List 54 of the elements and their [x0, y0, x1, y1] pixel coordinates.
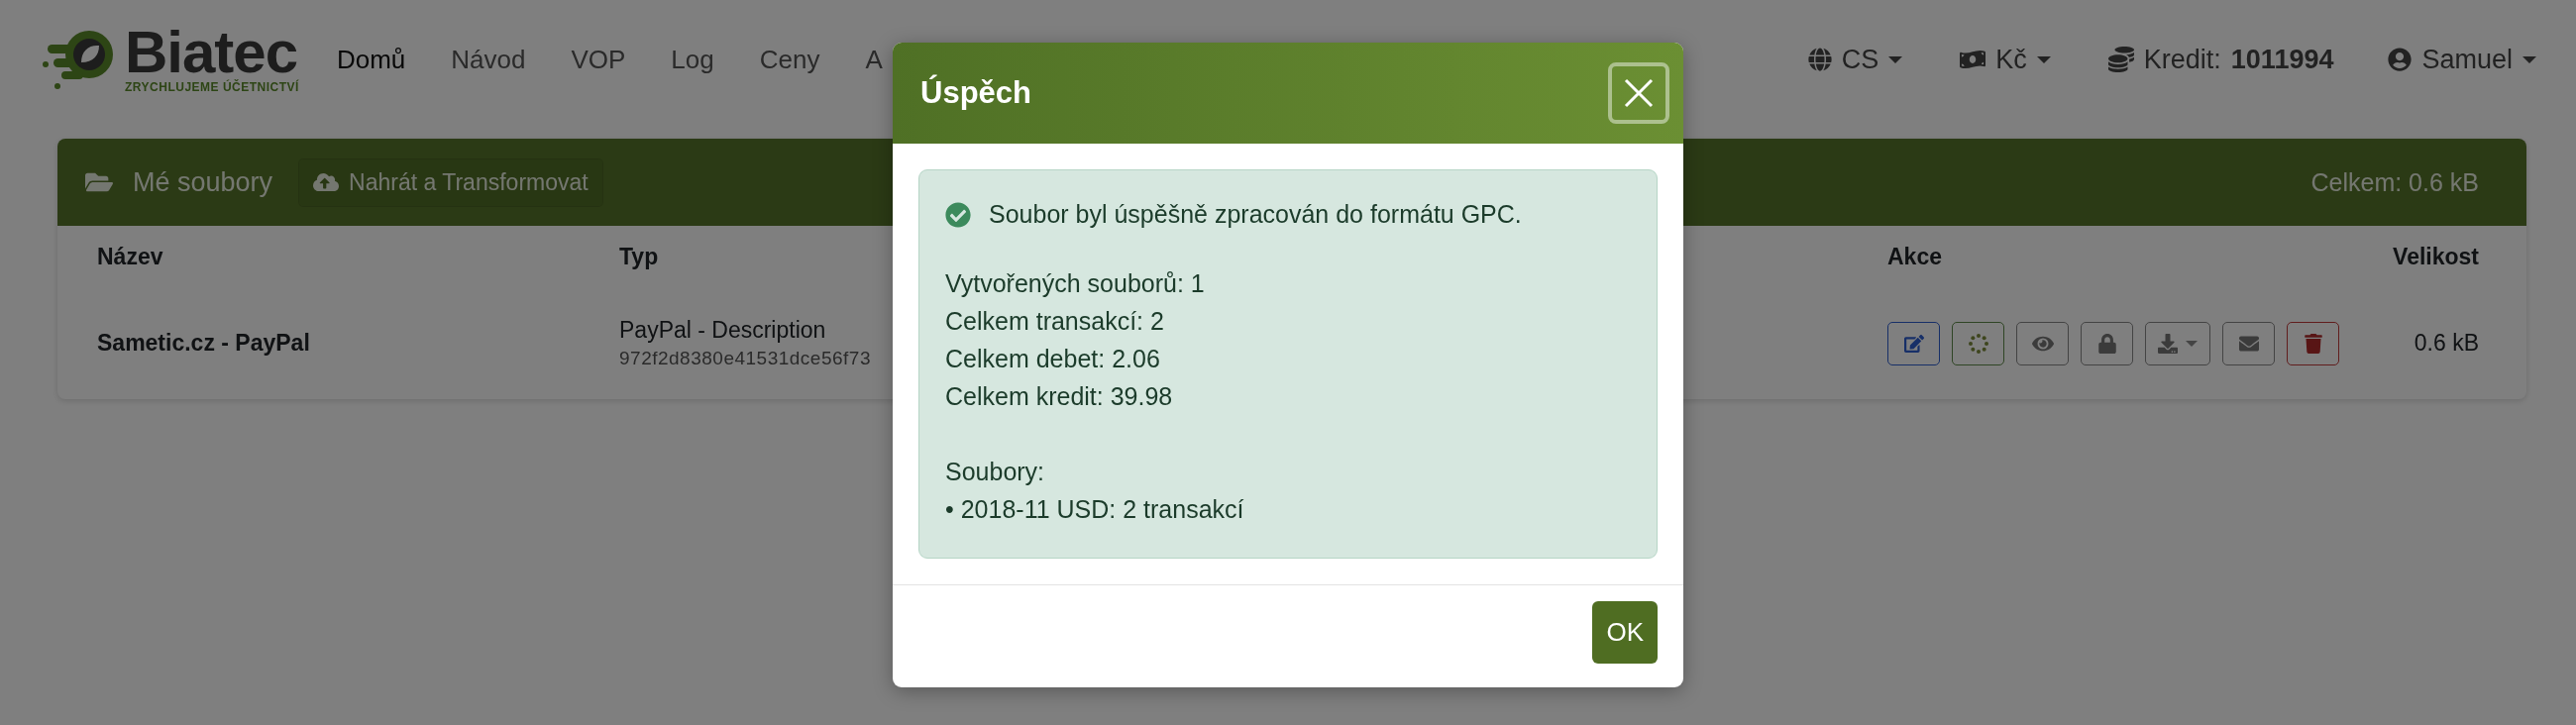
- close-icon: [1623, 77, 1655, 109]
- card-title: Mé soubory: [133, 166, 273, 198]
- column-header: Název: [97, 242, 163, 271]
- nav-link[interactable]: Log: [671, 44, 714, 75]
- spinner-icon: [1967, 332, 1989, 355]
- file-size: 0.6 kB: [2414, 330, 2479, 357]
- column-header: Velikost: [2393, 242, 2479, 271]
- currency-dropdown[interactable]: Kč: [1960, 44, 2051, 75]
- trash-icon: [2303, 333, 2323, 354]
- total-size: Celkem: 0.6 kB: [2310, 167, 2479, 197]
- email-button[interactable]: [2222, 321, 2275, 365]
- logo-name: Biatec: [125, 25, 298, 80]
- stat-line: Vytvořených souborů: 1: [945, 268, 1206, 299]
- logo-tagline: ZRYCHLUJEME ÚČETNICTVÍ: [125, 80, 299, 94]
- column-header: Typ: [619, 242, 659, 271]
- credit-label: Kredit:: [2143, 44, 2221, 75]
- check-icon: [945, 201, 971, 228]
- caret-icon: [2186, 340, 2198, 347]
- caret-icon: [2522, 55, 2536, 63]
- nav-link[interactable]: Domů: [336, 44, 406, 75]
- caret-icon: [2036, 55, 2051, 63]
- view-button[interactable]: [2016, 321, 2069, 365]
- stat-line: Celkem kredit: 39.98: [945, 381, 1174, 412]
- caret-icon: [1888, 55, 1903, 63]
- stat-line: Celkem transakcí: 2: [945, 306, 1165, 337]
- user-icon: [2388, 48, 2413, 71]
- language-dropdown[interactable]: CS: [1807, 44, 1903, 75]
- nav-link[interactable]: VOP: [571, 44, 626, 75]
- nav-link[interactable]: A: [865, 44, 883, 75]
- success-message: Soubor byl úspěšně zpracován do formátu GPC.: [989, 200, 1522, 229]
- lock-button[interactable]: [2081, 321, 2133, 365]
- lock-icon: [2096, 333, 2117, 354]
- globe-icon: [1807, 48, 1832, 71]
- delete-button[interactable]: [2287, 321, 2339, 365]
- column-header: Akce: [1887, 242, 1942, 271]
- ok-button[interactable]: OK: [1592, 601, 1658, 664]
- user-dropdown[interactable]: Samuel: [2388, 44, 2536, 75]
- file-entry: • 2018-11 USD: 2 transakcí: [945, 494, 1245, 525]
- nav-link[interactable]: Ceny: [759, 44, 820, 75]
- coins-icon: [2107, 47, 2134, 72]
- dialog-title: Úspěch: [920, 75, 1031, 111]
- edit-icon: [1903, 333, 1924, 354]
- credit-value: 1011994: [2230, 44, 2334, 75]
- file-type: PayPal - Description: [619, 317, 826, 344]
- download-button[interactable]: [2145, 321, 2210, 365]
- file-name: Sametic.cz - PayPal: [97, 330, 310, 357]
- files-label: Soubory:: [945, 457, 1046, 487]
- processing-button[interactable]: [1952, 321, 2004, 365]
- nav-link[interactable]: Návod: [451, 44, 526, 75]
- download-icon: [2158, 333, 2178, 354]
- edit-button[interactable]: [1887, 321, 1940, 365]
- file-hash: 972f2d8380e41531dce56f73: [619, 348, 871, 369]
- close-button[interactable]: [1608, 62, 1669, 124]
- stat-line: Celkem debet: 2.06: [945, 344, 1161, 374]
